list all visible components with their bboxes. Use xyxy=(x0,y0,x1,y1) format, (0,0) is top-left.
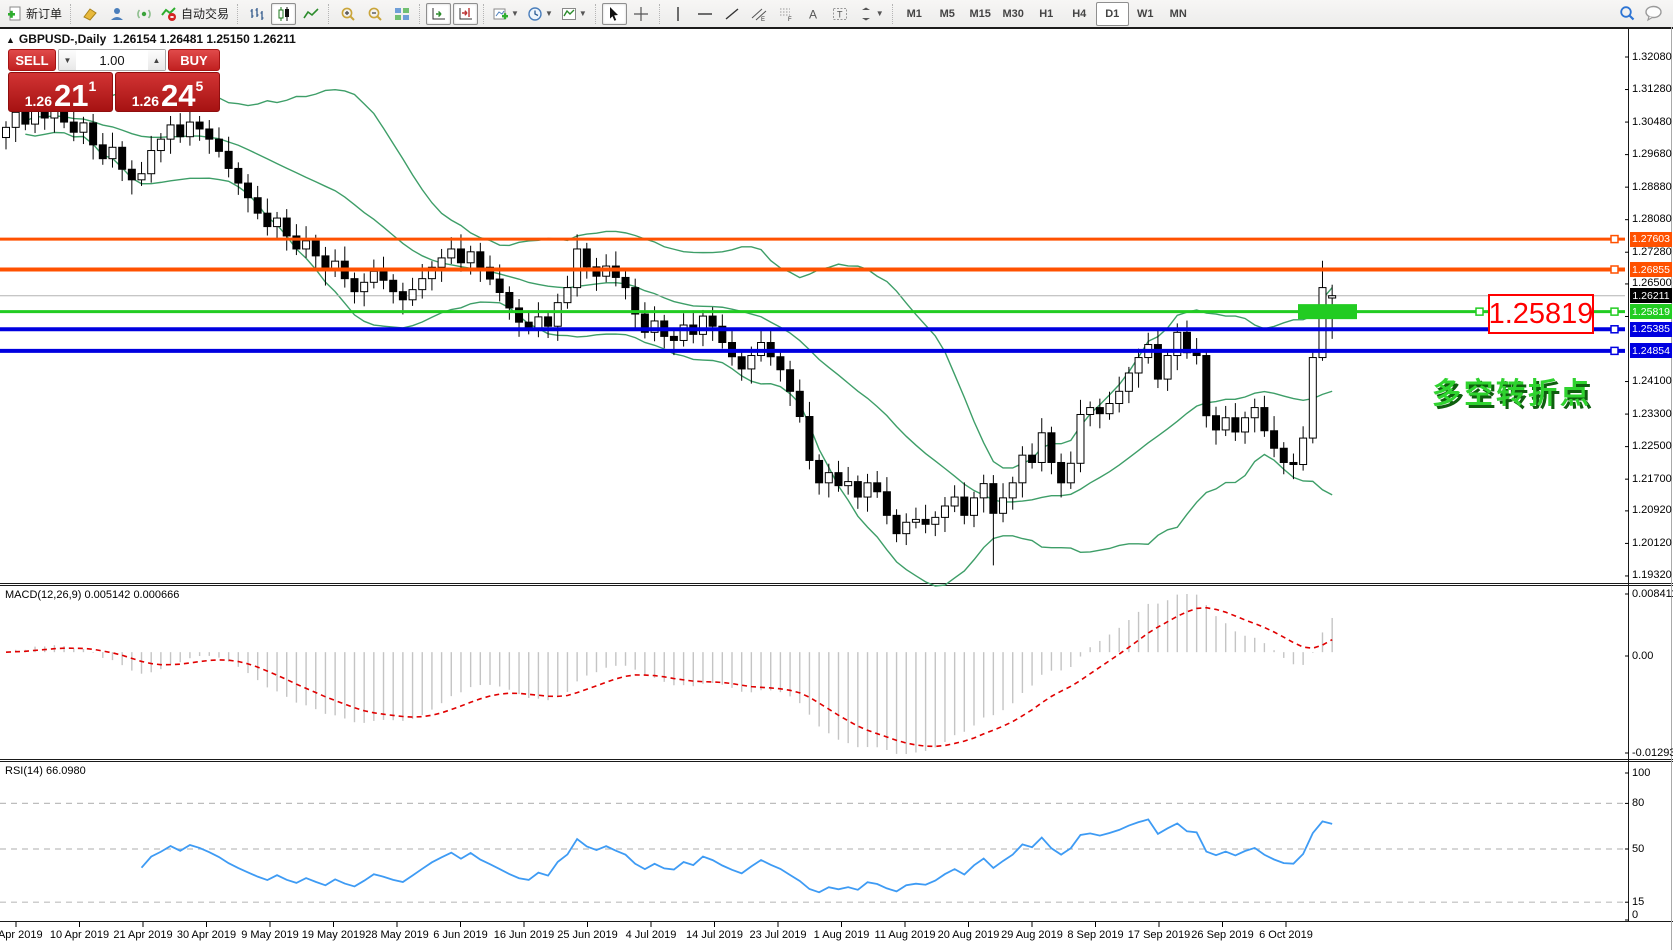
buy-price-big: 24 xyxy=(161,83,195,108)
chart-canvas[interactable] xyxy=(0,0,1673,950)
ohlc-label: 1.26154 1.26481 1.25150 1.26211 xyxy=(113,32,296,46)
annotation-text[interactable]: 多空转折点 xyxy=(1432,370,1592,412)
sell-button[interactable]: SELL xyxy=(8,49,56,71)
one-click-trading-panel: SELL ▼ 1.00 ▲ BUY 1.26 21 1 1.26 24 5 xyxy=(8,49,220,112)
price-callout[interactable]: 1.25819 xyxy=(1488,294,1594,334)
sell-price-prefix: 1.26 xyxy=(25,94,52,108)
buy-price-sup: 5 xyxy=(195,78,203,94)
volume-stepper: ▼ 1.00 ▲ xyxy=(58,49,166,71)
sell-price-display[interactable]: 1.26 21 1 xyxy=(8,72,113,112)
collapse-arrow-icon[interactable]: ▲ xyxy=(6,35,15,45)
symbol-period-label: GBPUSD-,Daily xyxy=(19,32,106,46)
volume-input[interactable]: 1.00 xyxy=(76,50,148,70)
buy-button[interactable]: BUY xyxy=(168,49,220,71)
sell-price-big: 21 xyxy=(54,83,88,108)
volume-down-button[interactable]: ▼ xyxy=(59,50,76,70)
volume-up-button[interactable]: ▲ xyxy=(148,50,165,70)
buy-price-display[interactable]: 1.26 24 5 xyxy=(115,72,220,112)
sell-price-sup: 1 xyxy=(88,78,96,94)
chart-title: ▲ GBPUSD-,Daily 1.26154 1.26481 1.25150 1… xyxy=(6,32,296,46)
buy-price-prefix: 1.26 xyxy=(132,94,159,108)
